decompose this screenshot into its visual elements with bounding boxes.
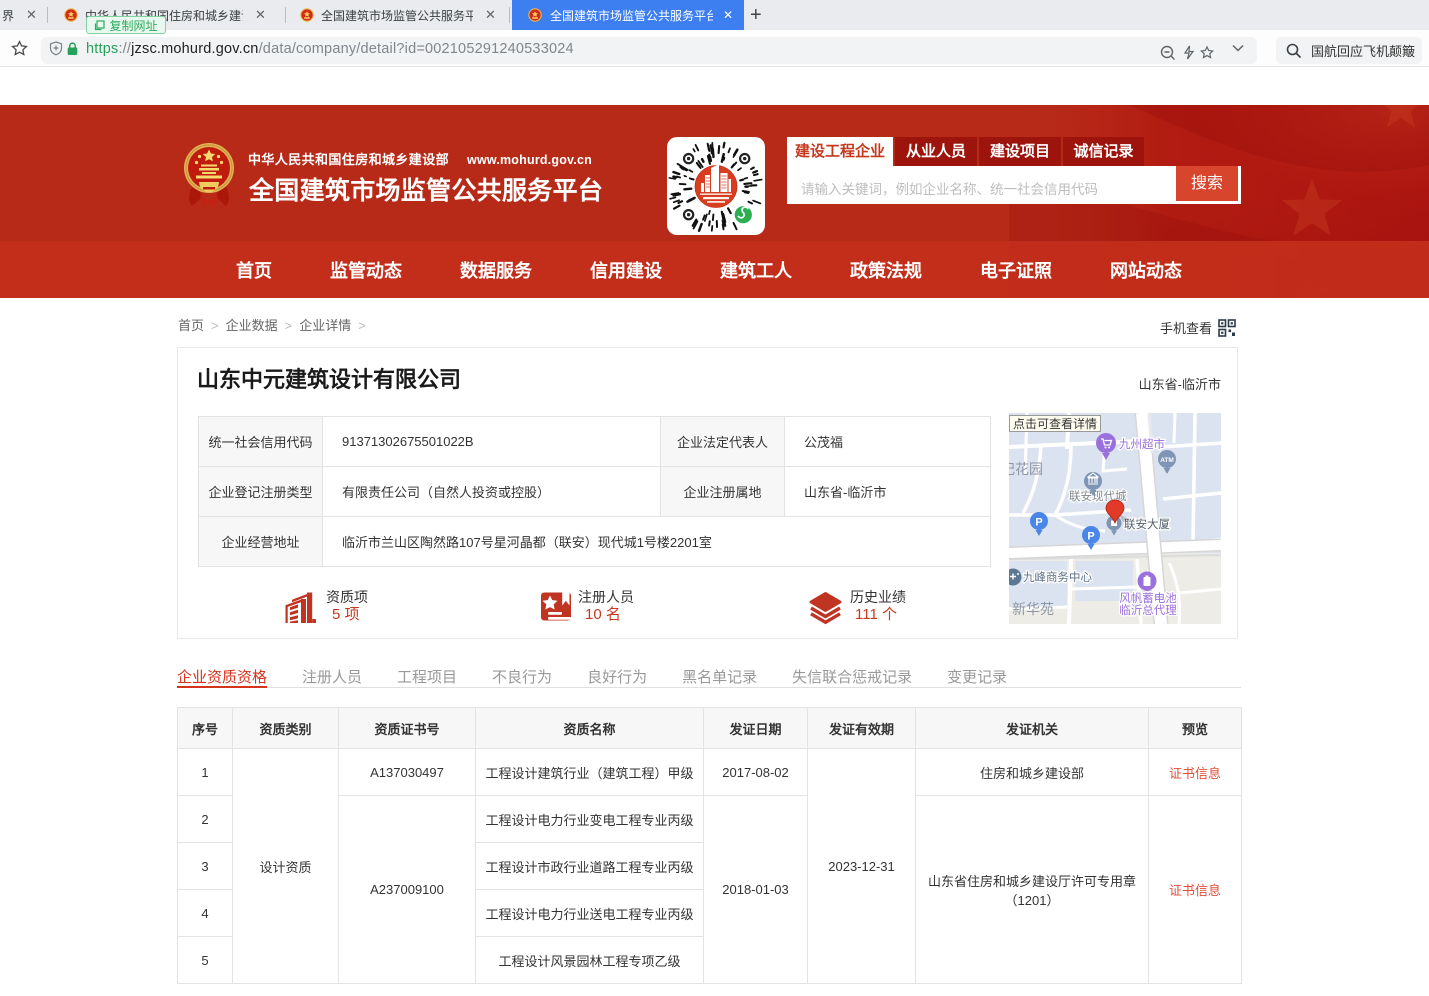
svg-text:P: P	[1035, 517, 1042, 529]
svg-text:P: P	[1087, 531, 1094, 543]
svg-text:九州超市: 九州超市	[1119, 437, 1165, 451]
svg-text:联安大厦: 联安大厦	[1124, 517, 1170, 531]
svg-text:临沂总代理: 临沂总代理	[1119, 603, 1177, 617]
svg-text:ATM: ATM	[1160, 457, 1174, 464]
svg-text:新华苑: 新华苑	[1012, 601, 1054, 617]
svg-text:纪花园: 纪花园	[1009, 461, 1043, 477]
svg-text:九峰商务中心: 九峰商务中心	[1023, 570, 1092, 584]
svg-text:风帆蓄电池: 风帆蓄电池	[1119, 591, 1177, 605]
